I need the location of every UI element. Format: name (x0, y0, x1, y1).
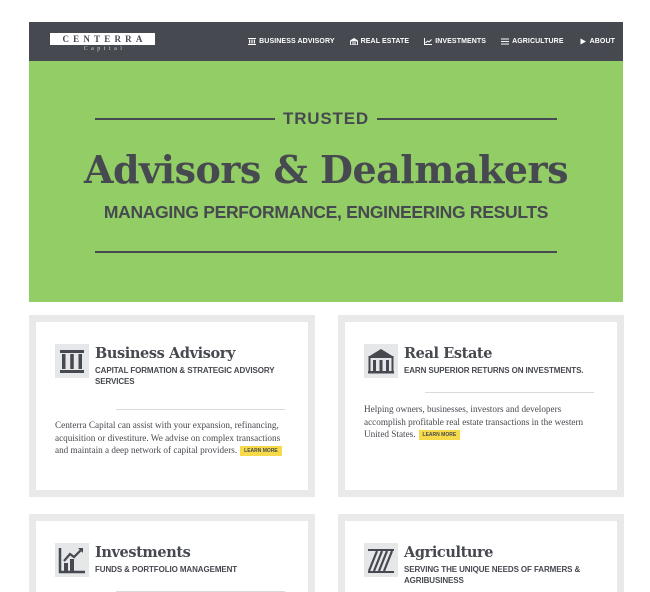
nav-label: INVESTMENTS (435, 38, 487, 45)
hero-title: Advisors & Dealmakers (84, 147, 568, 192)
card-body: Helping owners, businesses, investors an… (364, 403, 604, 441)
nav-label: REAL ESTATE (360, 38, 410, 45)
columns-icon (55, 344, 89, 378)
card-real-estate: Real Estate EARN SUPERIOR RETURNS ON INV… (338, 315, 624, 497)
card-subtitle: FUNDS & PORTFOLIO MANAGEMENT (95, 565, 238, 574)
logo-wordmark: CENTERRA (50, 33, 155, 45)
nav-label: AGRICULTURE (512, 38, 564, 45)
card-agriculture: Agriculture SERVING THE UNIQUE NEEDS OF … (338, 514, 624, 592)
nav-label: ABOUT (589, 38, 615, 45)
columns-icon (248, 38, 257, 45)
logo-tagline: Capital (83, 46, 126, 52)
nav-item-agriculture[interactable]: AGRICULTURE (501, 38, 564, 45)
field-icon (364, 543, 398, 577)
card-subtitle: EARN SUPERIOR RETURNS ON INVESTMENTS. (404, 366, 584, 375)
nav-label: BUSINESS ADVISORY (259, 38, 335, 45)
nav-menu: BUSINESS ADVISORY REAL ESTATE INVESTMENT… (248, 22, 615, 61)
card-subtitle: SERVING THE UNIQUE NEEDS OF FARMERS & AG… (404, 565, 581, 585)
card-divider (425, 392, 594, 393)
hero-subtitle: MANAGING PERFORMANCE, ENGINEERING RESULT… (103, 202, 549, 222)
card-title: Business Advisory (95, 345, 236, 362)
nav-item-business-advisory[interactable]: BUSINESS ADVISORY (248, 38, 335, 45)
card-investments: Investments FUNDS & PORTFOLIO MANAGEMENT (29, 514, 315, 592)
logo[interactable]: CENTERRA Capital (50, 33, 155, 56)
learn-more-button[interactable]: LEARN MORE (418, 430, 461, 440)
card-title: Real Estate (404, 345, 493, 362)
card-title: Investments (95, 544, 191, 561)
building-icon (349, 38, 358, 45)
card-title: Agriculture (404, 544, 494, 561)
learn-more-button[interactable]: LEARN MORE (240, 446, 282, 456)
card-body-text: Helping owners, businesses, investors an… (364, 404, 584, 439)
hero-banner: TRUSTED Advisors & Dealmakers MANAGING P… (29, 61, 623, 302)
building-icon (364, 344, 398, 378)
card-divider (116, 409, 285, 410)
card-business-advisory: Business Advisory CAPITAL FORMATION & ST… (29, 315, 315, 497)
hero-rule-bottom (95, 251, 557, 253)
card-subtitle: CAPITAL FORMATION & STRATEGIC ADVISORY S… (95, 366, 275, 386)
chart-icon (55, 543, 89, 577)
nav-item-real-estate[interactable]: REAL ESTATE (349, 38, 410, 45)
nav-item-about[interactable]: ABOUT (579, 38, 615, 45)
play-icon (580, 38, 586, 45)
card-body: Centerra Capital can assist with your ex… (55, 419, 295, 457)
nav-item-investments[interactable]: INVESTMENTS (424, 38, 486, 45)
hero-eyebrow: TRUSTED (283, 109, 369, 128)
chart-icon (424, 38, 433, 45)
top-nav: CENTERRA Capital BUSINESS ADVISORY REAL … (29, 22, 623, 61)
field-icon (501, 38, 510, 45)
